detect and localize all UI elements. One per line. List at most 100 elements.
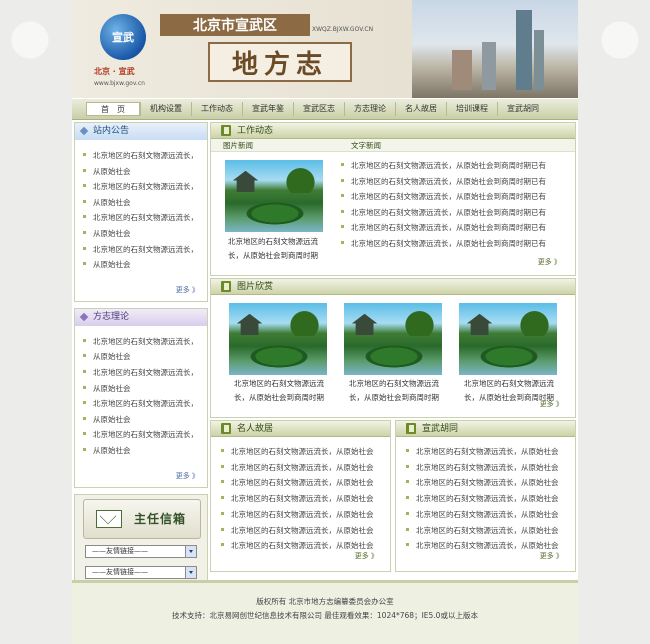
photo-news-label: 图片新闻 bbox=[223, 141, 253, 150]
nav-item-theory[interactable]: 方志理论 bbox=[344, 102, 395, 116]
hutong-title: 宣武胡同 bbox=[422, 424, 459, 434]
list-item[interactable]: 北京地区的石刻文物源远流长，从原始社会 bbox=[404, 460, 573, 476]
mailbox-panel: 主任信箱 ——友情链接—— ——友情链接—— bbox=[74, 493, 208, 586]
gallery-item[interactable]: 北京地区的石刻文物源远流 长，从原始社会到商周时期 bbox=[229, 303, 329, 405]
list-item[interactable]: 北京地区的石刻文物源远流长，从原始社会 bbox=[219, 507, 388, 523]
site-title: 北京市宣武区 bbox=[160, 14, 310, 36]
list-item[interactable]: 北京地区的石刻文物源远流长，从原始社会 bbox=[219, 523, 388, 539]
nav-item-district-annals[interactable]: 宣武区志 bbox=[293, 102, 344, 116]
nav-item-training[interactable]: 培训课程 bbox=[446, 102, 497, 116]
list-item[interactable]: 北京地区的石刻文物源远流长，从原始社会到商周时期已有 bbox=[339, 220, 569, 236]
nav-item-yearbook[interactable]: 宣武年鉴 bbox=[242, 102, 293, 116]
gallery-title: 图片欣赏 bbox=[237, 282, 274, 292]
main-content: 工作动态 图片新闻 文字新闻 北京地区的石刻文物源远流 长，从原始社会到商周时期 bbox=[210, 122, 576, 574]
gallery-more-link[interactable]: 更多 》 bbox=[540, 395, 571, 415]
list-item[interactable]: 北京地区的石刻文物源远流长，从原始社会 bbox=[404, 491, 573, 507]
main-title: 地方志 bbox=[208, 42, 352, 82]
gallery-photo[interactable] bbox=[229, 303, 327, 375]
residences-title: 名人故居 bbox=[237, 424, 274, 434]
list-item[interactable]: 北京地区的石刻文物源远流长，从原始社会到商周时期已有 bbox=[339, 236, 569, 252]
theory-more-link[interactable]: 更多 》 bbox=[75, 461, 207, 487]
nav-item-hutong[interactable]: 宣武胡同 bbox=[497, 102, 548, 116]
footer-tech-support: 技术支持：北京易网创世纪信息技术有限公司 最佳观看效果：1024*768；IE5… bbox=[172, 611, 478, 620]
list-item[interactable]: 北京地区的石刻文物源远流长， bbox=[81, 334, 203, 350]
nav-item-work-news[interactable]: 工作动态 bbox=[191, 102, 242, 116]
list-item[interactable]: 北京地区的石刻文物源远流长，从原始社会 bbox=[219, 460, 388, 476]
notice-title: 站内公告 bbox=[93, 126, 130, 136]
gallery-item[interactable]: 北京地区的石刻文物源远流 长，从原始社会到商周时期 bbox=[344, 303, 444, 405]
notice-more-link[interactable]: 更多 》 bbox=[75, 275, 207, 301]
logo-subtitle: 北京 · 宣武 bbox=[94, 67, 135, 76]
nav-item-home[interactable]: 首 页 bbox=[86, 102, 140, 116]
list-item[interactable]: 北京地区的石刻文物源远流长，从原始社会 bbox=[404, 444, 573, 460]
text-news-label: 文字新闻 bbox=[351, 141, 381, 150]
director-mailbox-button[interactable]: 主任信箱 bbox=[83, 498, 201, 539]
list-item[interactable]: 北京地区的石刻文物源远流长，从原始社会 bbox=[404, 507, 573, 523]
footer-copyright: 版权所有 北京市地方志编纂委员会办公室 bbox=[256, 597, 394, 606]
residences-panel: 名人故居 北京地区的石刻文物源远流长，从原始社会 北京地区的石刻文物源远流长，从… bbox=[210, 420, 391, 572]
document-icon bbox=[406, 423, 416, 434]
gallery-photo[interactable] bbox=[344, 303, 442, 375]
work-news-more-link[interactable]: 更多 》 bbox=[339, 251, 569, 273]
document-icon bbox=[221, 423, 231, 434]
list-item[interactable]: 从原始社会 bbox=[81, 443, 203, 459]
nav-item-organization[interactable]: 机构设置 bbox=[140, 102, 191, 116]
list-item[interactable]: 北京地区的石刻文物源远流长，从原始社会到商周时期已有 bbox=[339, 189, 569, 205]
list-item[interactable]: 从原始社会 bbox=[81, 381, 203, 397]
list-item[interactable]: 从原始社会 bbox=[81, 412, 203, 428]
list-item[interactable]: 北京地区的石刻文物源远流长， bbox=[81, 242, 203, 258]
city-skyline-image bbox=[412, 0, 578, 98]
gallery-photo[interactable] bbox=[459, 303, 557, 375]
list-item[interactable]: 北京地区的石刻文物源远流长，从原始社会到商周时期已有 bbox=[339, 205, 569, 221]
list-item[interactable]: 北京地区的石刻文物源远流长，从原始社会 bbox=[219, 475, 388, 491]
gallery-item[interactable]: 北京地区的石刻文物源远流 长，从原始社会到商周时期 bbox=[459, 303, 559, 405]
list-item[interactable]: 北京地区的石刻文物源远流长， bbox=[81, 179, 203, 195]
news-photo-caption[interactable]: 北京地区的石刻文物源远流 长，从原始社会到商周时期 bbox=[223, 235, 323, 263]
list-item[interactable]: 从原始社会 bbox=[81, 226, 203, 242]
list-item[interactable]: 从原始社会 bbox=[81, 257, 203, 273]
theory-header: 方志理论 bbox=[75, 308, 207, 326]
site-url: XWQZ.BJXW.GOV.CN bbox=[312, 26, 374, 33]
list-item[interactable]: 北京地区的石刻文物源远流长，从原始社会到商周时期已有 bbox=[339, 174, 569, 190]
list-item[interactable]: 北京地区的石刻文物源远流长，从原始社会 bbox=[404, 523, 573, 539]
list-item[interactable]: 北京地区的石刻文物源远流长， bbox=[81, 210, 203, 226]
list-item[interactable]: 从原始社会 bbox=[81, 349, 203, 365]
text-news-list: 北京地区的石刻文物源远流长，从原始社会到商周时期已有 北京地区的石刻文物源远流长… bbox=[339, 158, 569, 251]
friend-links-select-1[interactable]: ——友情链接—— bbox=[85, 544, 197, 558]
sidebar: 站内公告 北京地区的石刻文物源远流长， 从原始社会 北京地区的石刻文物源远流长，… bbox=[74, 122, 208, 586]
list-item[interactable]: 从原始社会 bbox=[81, 164, 203, 180]
news-photo[interactable] bbox=[225, 160, 323, 232]
diamond-icon bbox=[79, 312, 89, 321]
gallery-header: 图片欣赏 bbox=[211, 279, 575, 295]
work-news-panel: 工作动态 图片新闻 文字新闻 北京地区的石刻文物源远流 长，从原始社会到商周时期 bbox=[210, 122, 576, 276]
notice-box: 站内公告 北京地区的石刻文物源远流长， 从原始社会 北京地区的石刻文物源远流长，… bbox=[74, 122, 208, 302]
nav-item-residences[interactable]: 名人故居 bbox=[395, 102, 446, 116]
header-banner: 宣武 北京 · 宣武 www.bjxw.gov.cn 北京市宣武区 XWQZ.B… bbox=[72, 0, 578, 98]
page: 宣武 北京 · 宣武 www.bjxw.gov.cn 北京市宣武区 XWQZ.B… bbox=[72, 0, 578, 644]
main-nav: 首 页 机构设置 工作动态 宣武年鉴 宣武区志 方志理论 名人故居 培训课程 宣… bbox=[72, 98, 578, 120]
document-icon bbox=[221, 125, 231, 136]
theory-box: 方志理论 北京地区的石刻文物源远流长， 从原始社会 北京地区的石刻文物源远流长，… bbox=[74, 307, 208, 488]
list-item[interactable]: 北京地区的石刻文物源远流长，从原始社会 bbox=[404, 475, 573, 491]
hutong-more-link[interactable]: 更多 》 bbox=[540, 547, 571, 567]
theory-title: 方志理论 bbox=[93, 311, 130, 322]
residences-header: 名人故居 bbox=[211, 421, 390, 437]
residences-more-link[interactable]: 更多 》 bbox=[355, 547, 386, 567]
work-news-header: 工作动态 bbox=[211, 123, 575, 139]
list-item[interactable]: 北京地区的石刻文物源远流长，从原始社会到商周时期已有 bbox=[339, 158, 569, 174]
list-item[interactable]: 北京地区的石刻文物源远流长，从原始社会 bbox=[219, 444, 388, 460]
hutong-header: 宣武胡同 bbox=[396, 421, 575, 437]
site-logo[interactable]: 宣武 bbox=[100, 14, 146, 60]
residences-list: 北京地区的石刻文物源远流长，从原始社会 北京地区的石刻文物源远流长，从原始社会 … bbox=[211, 437, 390, 554]
list-item[interactable]: 北京地区的石刻文物源远流长，从原始社会 bbox=[219, 491, 388, 507]
list-item[interactable]: 从原始社会 bbox=[81, 195, 203, 211]
list-item[interactable]: 北京地区的石刻文物源远流长， bbox=[81, 365, 203, 381]
list-item[interactable]: 北京地区的石刻文物源远流长， bbox=[81, 427, 203, 443]
mailbox-label: 主任信箱 bbox=[134, 512, 187, 526]
footer: 版权所有 北京市地方志编纂委员会办公室 技术支持：北京易网创世纪信息技术有限公司… bbox=[72, 580, 578, 644]
list-item[interactable]: 北京地区的石刻文物源远流长， bbox=[81, 148, 203, 164]
notice-header: 站内公告 bbox=[75, 123, 207, 140]
chevron-down-icon bbox=[185, 566, 196, 578]
friend-links-select-2[interactable]: ——友情链接—— bbox=[85, 565, 197, 579]
list-item[interactable]: 北京地区的石刻文物源远流长， bbox=[81, 396, 203, 412]
